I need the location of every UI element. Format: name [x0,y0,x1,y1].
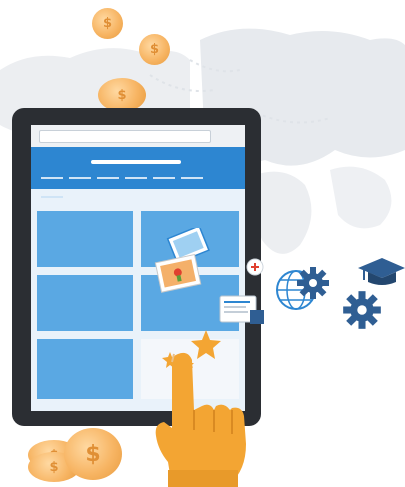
screen-header [31,147,245,198]
gear-icon [343,291,381,329]
coin-icon [92,8,123,39]
address-bar [31,125,245,148]
coin-icon [139,34,170,65]
plus-icon [246,258,264,276]
content-tile [37,275,133,331]
document-icon [219,295,264,324]
coin-icon [98,78,146,112]
graduation-cap-icon [358,258,405,285]
content-tile [37,211,133,267]
content-tile [37,339,133,399]
header-title-bar [91,160,181,164]
header-nav-bar [41,177,235,198]
gear-icon [297,267,329,299]
hand-pointer-icon [155,352,246,487]
photo-icon [154,228,210,293]
address-field [39,130,211,143]
e-learning-illustration [0,0,405,487]
coin-icon [64,428,122,480]
